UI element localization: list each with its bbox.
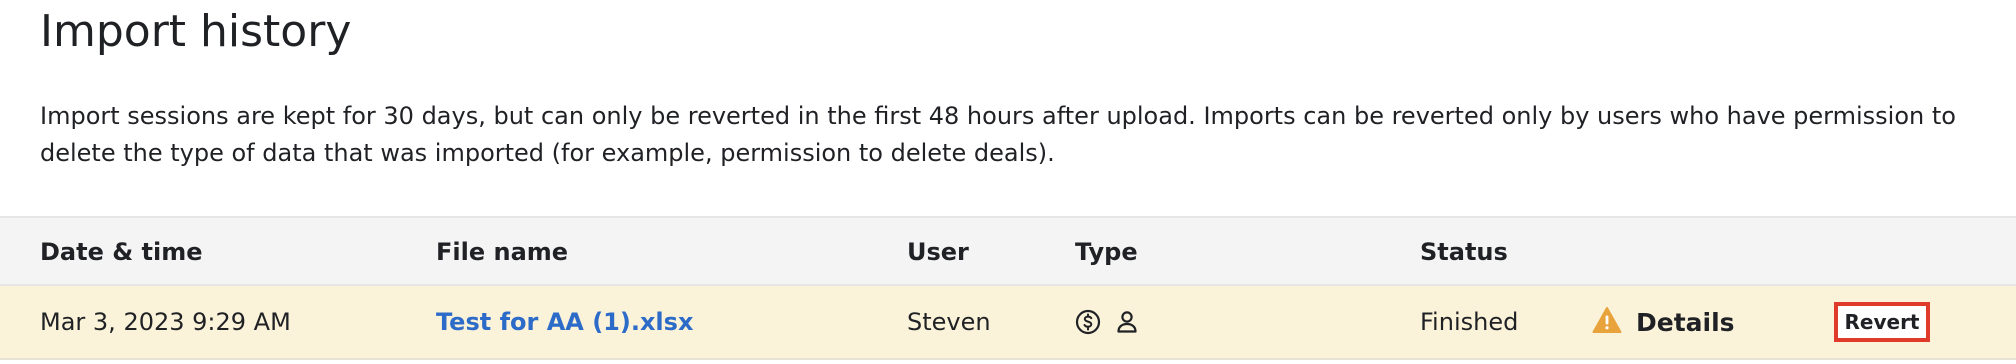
column-header-file-name[interactable]: File name [436,218,568,286]
row-user: Steven [907,308,991,336]
column-header-date-time[interactable]: Date & time [40,218,203,286]
page-description: Import sessions are kept for 30 days, bu… [40,102,1956,167]
row-type [1075,286,1139,358]
row-date-time: Mar 3, 2023 9:29 AM [40,308,291,336]
file-name-link[interactable]: Test for AA (1).xlsx [436,308,693,336]
table-header: Date & time File name User Type Status [0,216,2016,286]
details-link[interactable]: Details [1592,286,1735,358]
details-label: Details [1636,307,1735,337]
revert-button[interactable]: Revert [1834,302,1930,342]
import-history-table: Date & time File name User Type Status M… [0,216,2016,360]
column-header-type[interactable]: Type [1075,218,1138,286]
person-icon [1115,309,1139,335]
page-title: Import history [40,6,352,57]
table-row: Mar 3, 2023 9:29 AM Test for AA (1).xlsx… [0,286,2016,360]
column-header-status[interactable]: Status [1420,218,1508,286]
row-status: Finished [1420,308,1519,336]
dollar-circle-icon [1075,309,1101,335]
row-file-name: Test for AA (1).xlsx [436,286,693,358]
warning-icon [1592,306,1622,338]
column-header-user[interactable]: User [907,218,969,286]
